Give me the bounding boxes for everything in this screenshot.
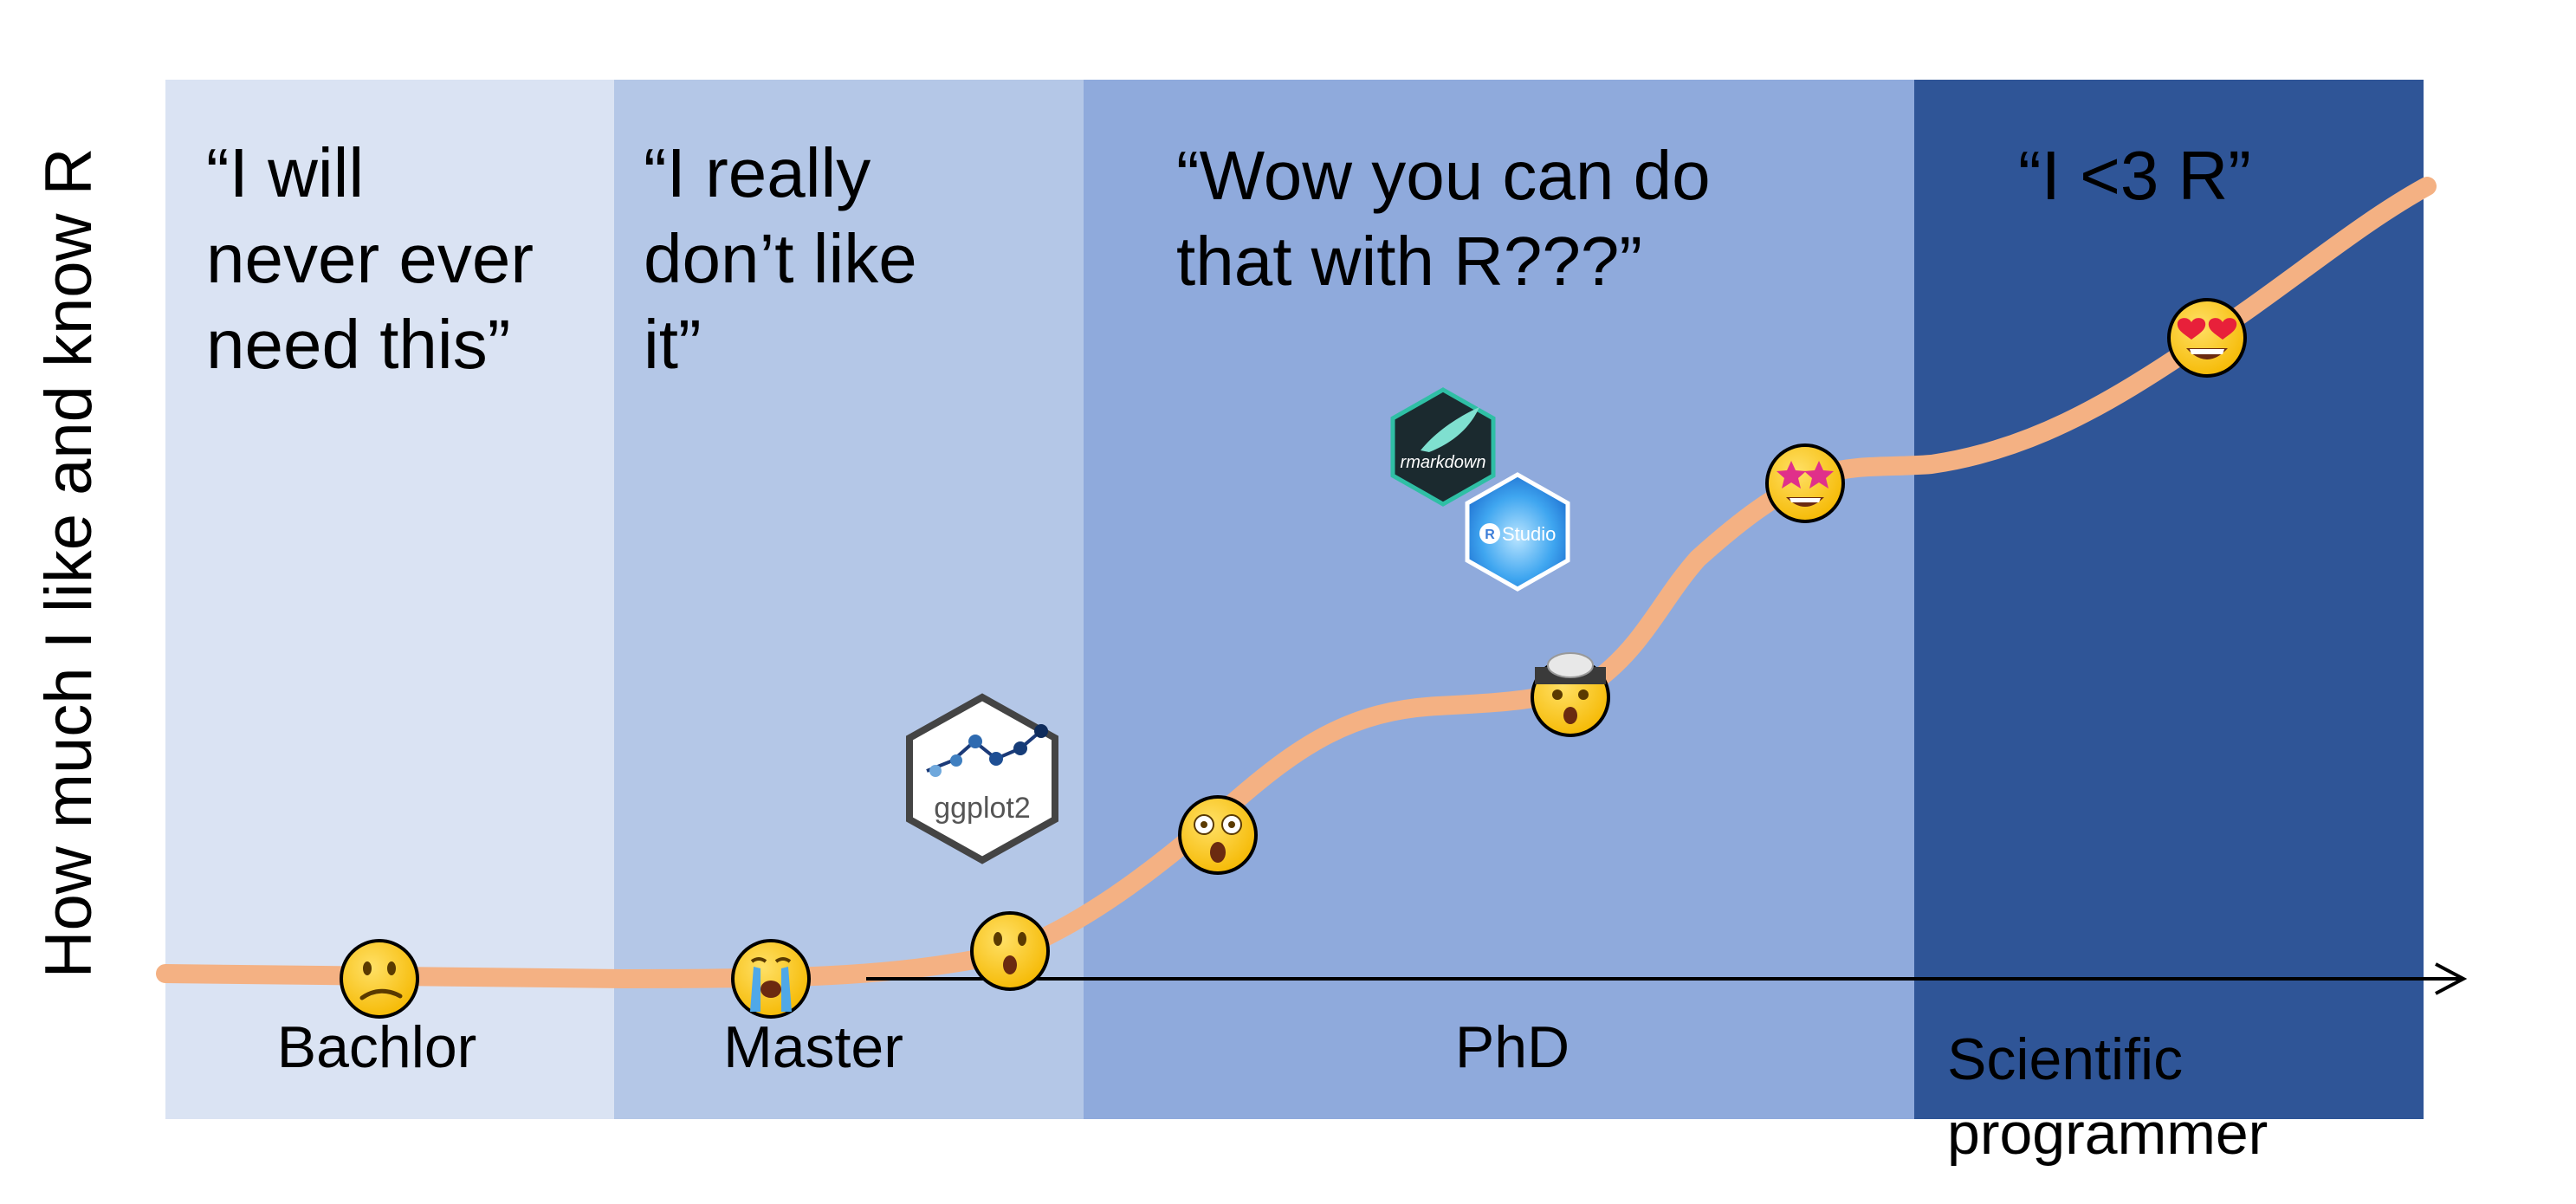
rstudio-logo-text: Studio bbox=[1502, 523, 1556, 545]
x-axis-arrow bbox=[866, 962, 2468, 995]
phase-label-scientific-programmer: Scientific programmer bbox=[1947, 1026, 2269, 1167]
confused-face-icon bbox=[340, 939, 419, 1019]
diagram: “I will never ever need this” “I really … bbox=[0, 0, 2576, 1204]
rstudio-logo: R Studio bbox=[1465, 472, 1570, 592]
phase-label-bachlor: Bachlor bbox=[276, 1014, 477, 1080]
astonished-face-icon bbox=[1178, 795, 1258, 875]
star-struck-face-icon bbox=[1765, 443, 1845, 523]
heart-eyes-face-icon bbox=[2167, 298, 2247, 378]
crying-face-icon bbox=[731, 939, 811, 1019]
mind-blown-face-icon bbox=[1531, 652, 1610, 737]
rstudio-logo-r: R bbox=[1485, 528, 1495, 542]
rmarkdown-logo: rmarkdown bbox=[1390, 387, 1496, 507]
ggplot2-logo: ggplot2 bbox=[906, 693, 1058, 864]
skill-curve bbox=[156, 177, 2437, 989]
ggplot2-logo-text: ggplot2 bbox=[934, 792, 1031, 825]
rmarkdown-logo-text: rmarkdown bbox=[1401, 453, 1486, 472]
phase-label-phd: PhD bbox=[1454, 1014, 1570, 1080]
phase-label-master: Master bbox=[723, 1014, 903, 1080]
surprised-face-icon bbox=[970, 911, 1050, 991]
